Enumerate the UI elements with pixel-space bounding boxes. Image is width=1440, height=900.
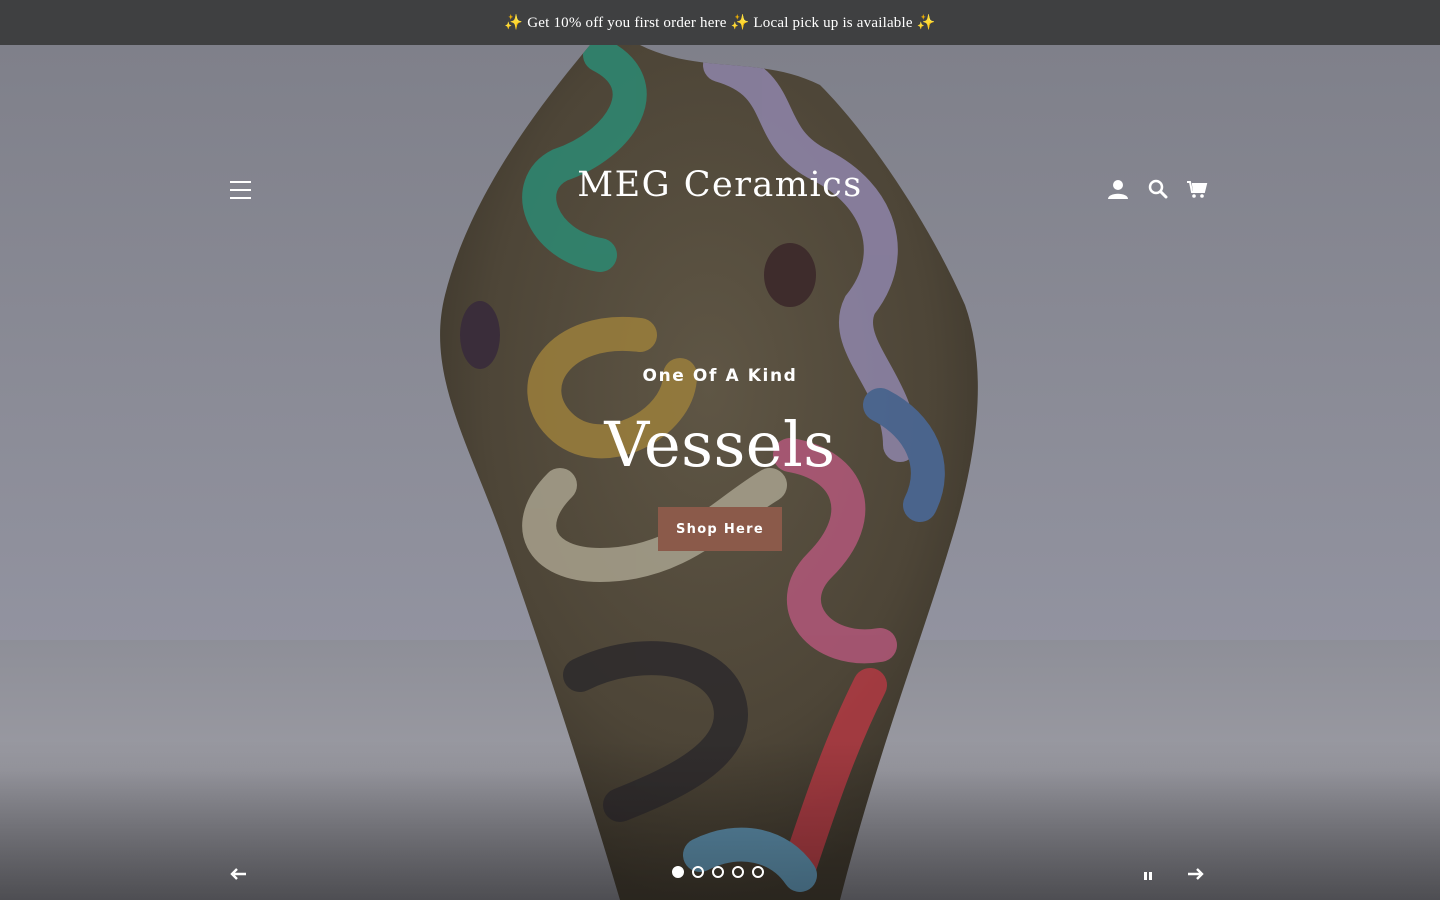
menu-button[interactable] bbox=[224, 175, 256, 205]
arrow-right-icon bbox=[1188, 868, 1204, 880]
pause-slideshow-button[interactable] bbox=[1136, 864, 1160, 888]
announcement-text[interactable]: ✨ Get 10% off you first order here ✨ Loc… bbox=[504, 13, 935, 32]
previous-slide-button[interactable] bbox=[224, 862, 252, 886]
shop-here-button[interactable]: Shop Here bbox=[658, 507, 782, 551]
pause-icon bbox=[1144, 872, 1152, 880]
slide-subheading: One Of A Kind bbox=[642, 366, 798, 386]
arrow-left-icon bbox=[230, 868, 246, 880]
slide-dot-4[interactable] bbox=[732, 866, 744, 878]
announcement-bar[interactable]: ✨ Get 10% off you first order here ✨ Loc… bbox=[0, 0, 1440, 45]
hamburger-line bbox=[230, 189, 251, 191]
site-logo[interactable]: MEG Ceramics bbox=[520, 165, 920, 205]
slide-dots bbox=[672, 866, 764, 878]
search-button[interactable] bbox=[1144, 175, 1172, 203]
slide-dot-2[interactable] bbox=[692, 866, 704, 878]
hamburger-menu-icon bbox=[230, 181, 251, 183]
slide-heading: Vessels bbox=[604, 408, 836, 481]
account-button[interactable] bbox=[1104, 175, 1132, 203]
search-icon bbox=[1148, 179, 1168, 199]
slide-dot-1[interactable] bbox=[672, 866, 684, 878]
slide-dot-3[interactable] bbox=[712, 866, 724, 878]
next-slide-button[interactable] bbox=[1182, 862, 1210, 886]
cart-icon bbox=[1187, 181, 1208, 198]
person-icon bbox=[1108, 180, 1128, 199]
site-header: MEG Ceramics bbox=[0, 45, 1440, 335]
slide-dot-5[interactable] bbox=[752, 866, 764, 878]
cart-button[interactable] bbox=[1183, 175, 1211, 203]
hamburger-line bbox=[230, 197, 251, 199]
